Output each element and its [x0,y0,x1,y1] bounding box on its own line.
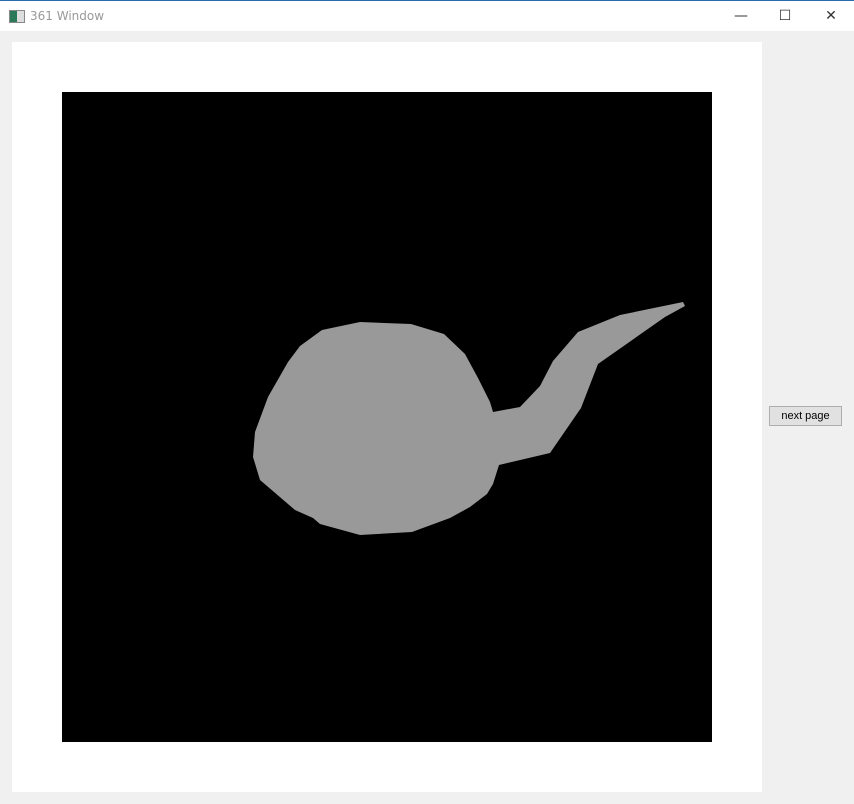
next-page-button[interactable]: next page [769,406,842,426]
minimize-icon[interactable]: — [718,1,764,31]
teapot-shape [253,302,685,535]
window-title: 361 Window [30,9,105,23]
teapot-render [253,302,685,535]
maximize-icon[interactable]: ☐ [762,1,808,31]
render-canvas [62,92,712,742]
app-icon [9,10,25,23]
close-icon[interactable]: ✕ [808,1,854,31]
title-bar: 361 Window — ☐ ✕ [0,0,854,31]
